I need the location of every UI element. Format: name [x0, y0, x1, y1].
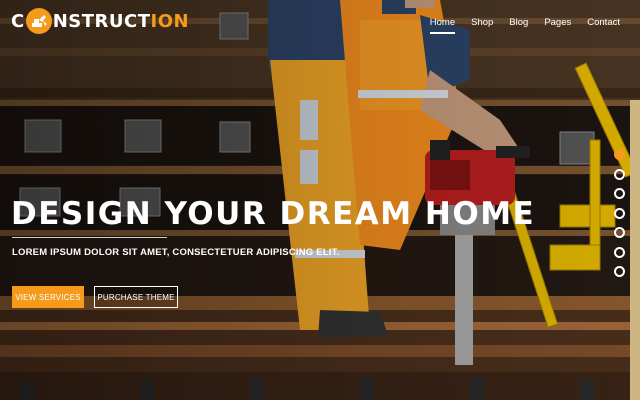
view-services-button[interactable]: VIEW SERVICES [12, 286, 84, 308]
logo-text-middle: NSTRUCT [52, 10, 151, 32]
slider-dot-7[interactable] [614, 266, 625, 277]
slider-dot-2[interactable] [614, 168, 625, 180]
hero-subline: LOREM IPSUM DOLOR SIT AMET, CONSECTETUER… [12, 247, 340, 258]
slider-dot-3[interactable] [614, 188, 625, 199]
nav-contact[interactable]: Contact [579, 17, 628, 28]
main-nav: Home Shop Blog Pages Contact [422, 17, 628, 34]
site-header: C NSTRUCT ION Home Shop Blog Pages Conta… [0, 0, 640, 44]
slider-dot-1[interactable] [614, 149, 625, 160]
excavator-icon [25, 8, 52, 34]
nav-blog[interactable]: Blog [501, 17, 536, 28]
site-logo[interactable]: C NSTRUCT ION [11, 7, 189, 35]
logo-text-suffix: ION [150, 10, 190, 32]
slider-dot-4[interactable] [614, 207, 625, 219]
hero-divider [12, 237, 167, 238]
slider-dot-6[interactable] [614, 246, 625, 258]
slider-pagination [614, 149, 626, 286]
logo-text-prefix: C [11, 10, 25, 32]
nav-shop[interactable]: Shop [463, 17, 501, 28]
slider-dot-5[interactable] [614, 227, 625, 238]
hero-headline: DESIGN YOUR DREAM HOME [11, 196, 536, 232]
purchase-theme-button[interactable]: PURCHASE THEME [94, 286, 178, 308]
nav-pages[interactable]: Pages [536, 17, 579, 28]
nav-home[interactable]: Home [422, 17, 463, 34]
